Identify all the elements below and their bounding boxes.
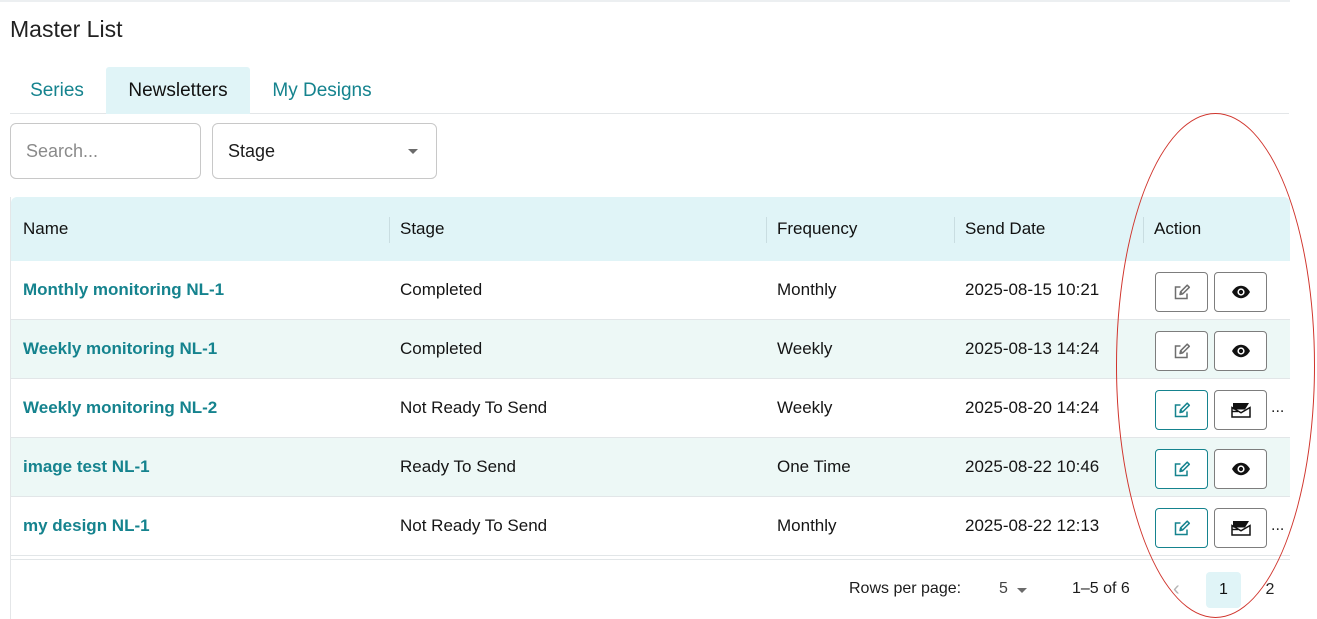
view-button[interactable] bbox=[1214, 272, 1267, 312]
send-icon bbox=[1230, 521, 1251, 536]
frequency-cell: Weekly bbox=[777, 398, 833, 417]
send-icon bbox=[1230, 403, 1251, 418]
view-icon bbox=[1231, 462, 1250, 476]
tab-series[interactable]: Series bbox=[10, 67, 104, 114]
rows-per-page-select[interactable]: 5 bbox=[999, 580, 1008, 598]
edit-icon bbox=[1174, 461, 1190, 477]
tab-newsletters[interactable]: Newsletters bbox=[106, 67, 250, 114]
page-button-1[interactable]: 1 bbox=[1206, 572, 1241, 608]
frequency-cell: One Time bbox=[777, 457, 851, 476]
edit-icon bbox=[1174, 284, 1190, 300]
column-header-name[interactable]: Name bbox=[23, 197, 68, 261]
send-date-cell: 2025-08-22 12:13 bbox=[965, 516, 1100, 535]
more-actions-button[interactable]: ... bbox=[1271, 497, 1284, 555]
frequency-cell: Monthly bbox=[777, 516, 837, 535]
send-button[interactable] bbox=[1214, 508, 1267, 548]
table-row: Weekly monitoring NL-2 Not Ready To Send W… bbox=[11, 379, 1290, 438]
send-date-cell: 2025-08-20 14:24 bbox=[965, 398, 1100, 417]
column-separator bbox=[954, 217, 955, 243]
rows-per-page-label: Rows per page: bbox=[849, 580, 962, 597]
column-header-frequency[interactable]: Frequency bbox=[777, 197, 857, 261]
view-icon bbox=[1231, 285, 1250, 299]
send-date-cell: 2025-08-13 14:24 bbox=[965, 339, 1100, 358]
stage-filter-label: Stage bbox=[228, 141, 276, 161]
frequency-cell: Monthly bbox=[777, 280, 837, 299]
column-separator bbox=[389, 217, 390, 243]
send-button[interactable] bbox=[1214, 390, 1267, 430]
edit-button[interactable] bbox=[1155, 390, 1208, 430]
stage-cell: Not Ready To Send bbox=[400, 516, 548, 535]
edit-button[interactable] bbox=[1155, 331, 1208, 371]
table-row: image test NL-1 Ready To Send One Time 2025… bbox=[11, 438, 1290, 497]
table-row: my design NL-1 Not Ready To Send Monthly 20… bbox=[11, 497, 1290, 556]
view-icon bbox=[1231, 344, 1250, 358]
newsletters-table: Name Stage Frequency Send Date Action Mo… bbox=[10, 197, 1290, 619]
previous-page-icon[interactable]: ‹ bbox=[1173, 578, 1180, 601]
page-title: Master List bbox=[10, 16, 123, 42]
newsletter-name-link[interactable]: my design NL-1 bbox=[23, 497, 150, 555]
view-button[interactable] bbox=[1214, 331, 1267, 371]
newsletter-name-link[interactable]: image test NL-1 bbox=[23, 438, 150, 496]
column-header-stage[interactable]: Stage bbox=[400, 197, 444, 261]
table-row: Weekly monitoring NL-1 Completed Weekly 202… bbox=[11, 320, 1290, 379]
page-button-2[interactable]: 2 bbox=[1260, 572, 1280, 608]
stage-cell: Ready To Send bbox=[400, 457, 516, 476]
newsletter-name-link[interactable]: Monthly monitoring NL-1 bbox=[23, 261, 224, 319]
stage-filter-select[interactable]: Stage bbox=[212, 123, 437, 179]
stage-cell: Completed bbox=[400, 339, 483, 358]
search-input[interactable] bbox=[10, 123, 201, 179]
chevron-down-icon bbox=[408, 149, 418, 154]
column-separator bbox=[1143, 217, 1144, 243]
column-separator bbox=[766, 217, 767, 243]
newsletter-name-link[interactable]: Weekly monitoring NL-1 bbox=[23, 320, 217, 378]
send-date-cell: 2025-08-22 10:46 bbox=[965, 457, 1100, 476]
table-pagination: Rows per page: 5 1–5 of 6 ‹ 1 2 bbox=[11, 559, 1290, 619]
view-button[interactable] bbox=[1214, 449, 1267, 489]
stage-cell: Not Ready To Send bbox=[400, 398, 548, 417]
top-divider bbox=[0, 0, 1290, 2]
table-header: Name Stage Frequency Send Date Action bbox=[11, 197, 1290, 261]
send-date-cell: 2025-08-15 10:21 bbox=[965, 280, 1100, 299]
chevron-down-icon[interactable] bbox=[1017, 588, 1027, 593]
pagination-range: 1–5 of 6 bbox=[1072, 580, 1130, 597]
edit-icon bbox=[1174, 343, 1190, 359]
edit-button[interactable] bbox=[1155, 449, 1208, 489]
frequency-cell: Weekly bbox=[777, 339, 833, 358]
more-actions-button[interactable]: ... bbox=[1271, 379, 1284, 437]
edit-icon bbox=[1174, 402, 1190, 418]
column-header-send-date[interactable]: Send Date bbox=[965, 197, 1045, 261]
column-header-action: Action bbox=[1154, 219, 1202, 238]
tab-bar: Series Newsletters My Designs bbox=[10, 67, 1289, 114]
edit-button[interactable] bbox=[1155, 508, 1208, 548]
table-row: Monthly monitoring NL-1 Completed Monthly 2… bbox=[11, 261, 1290, 320]
stage-cell: Completed bbox=[400, 280, 483, 299]
edit-icon bbox=[1174, 520, 1190, 536]
newsletter-name-link[interactable]: Weekly monitoring NL-2 bbox=[23, 379, 217, 437]
tab-my-designs[interactable]: My Designs bbox=[250, 67, 394, 114]
edit-button[interactable] bbox=[1155, 272, 1208, 312]
